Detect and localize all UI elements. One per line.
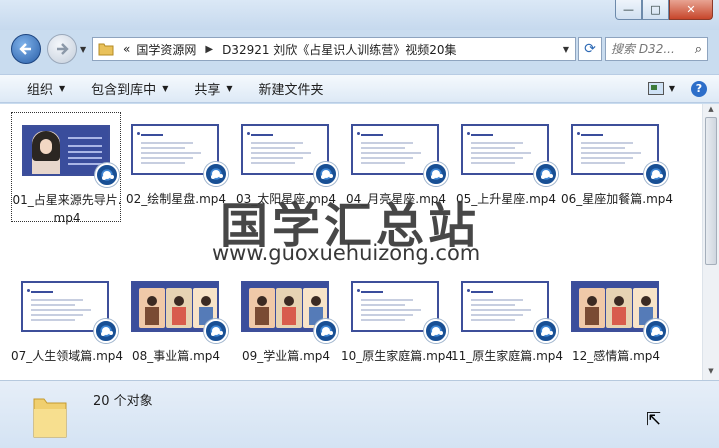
file-item[interactable]: 12_感情篇.mp4 [561, 269, 671, 369]
window-caption: — □ ✕ [0, 0, 719, 30]
scrollbar-thumb[interactable] [705, 117, 717, 265]
file-name: 07_人生领域篇.mp4 [11, 349, 124, 363]
file-item[interactable]: 02_绘制星盘.mp4 [121, 112, 231, 212]
file-name: 12_感情篇.mp4 [571, 349, 661, 363]
maximize-button[interactable]: □ [642, 0, 669, 20]
chevron-down-icon: ▼ [162, 84, 169, 93]
scroll-up-icon[interactable]: ▲ [703, 105, 719, 117]
folder-icon [98, 43, 114, 56]
media-player-icon [94, 319, 118, 343]
media-player-icon [314, 319, 338, 343]
media-player-icon [534, 162, 558, 186]
refresh-button[interactable]: ⟳ [578, 37, 602, 61]
search-icon[interactable]: ⌕ [695, 42, 702, 57]
file-item[interactable]: 07_人生领域篇.mp4 [11, 269, 124, 369]
presenter-portrait [32, 131, 60, 174]
forward-arrow-icon [57, 43, 69, 55]
file-name: 08_事业篇.mp4 [131, 349, 221, 363]
recent-pages-dropdown[interactable]: ▼ [80, 45, 86, 54]
new-folder-label: 新建文件夹 [258, 83, 324, 98]
media-player-icon [204, 162, 228, 186]
media-player-icon [644, 162, 668, 186]
file-name: 09_学业篇.mp4 [241, 349, 331, 363]
refresh-icon: ⟳ [584, 41, 596, 57]
file-name: 11_原生家庭篇.mp4 [451, 349, 564, 363]
window-controls: — □ ✕ [615, 0, 713, 20]
file-name: 10_原生家庭篇.mp4 [341, 349, 454, 363]
search-input[interactable] [611, 42, 683, 56]
file-item[interactable]: 11_原生家庭篇.mp4 [451, 269, 564, 369]
view-options-icon[interactable] [647, 82, 664, 95]
folder-large-icon [33, 398, 67, 438]
media-player-icon [424, 319, 448, 343]
help-icon[interactable]: ? [691, 80, 707, 97]
organize-menu[interactable]: 组织 ▼ [0, 75, 78, 102]
vertical-scrollbar[interactable]: ▲ ▼ [702, 104, 719, 380]
search-box[interactable]: ⌕ [605, 37, 708, 61]
share-menu[interactable]: 共享 ▼ [181, 75, 245, 102]
include-library-label: 包含到库中 [91, 83, 157, 98]
media-player-icon [95, 163, 119, 187]
command-bar: 组织 ▼ 包含到库中 ▼ 共享 ▼ 新建文件夹 ▼ ? [0, 74, 719, 103]
chevron-down-icon: ▼ [226, 84, 233, 93]
file-item[interactable]: 10_原生家庭篇.mp4 [341, 269, 454, 369]
back-button[interactable] [11, 34, 41, 64]
include-in-library-menu[interactable]: 包含到库中 ▼ [78, 75, 181, 102]
mouse-cursor-icon: ⇱ [646, 409, 662, 430]
close-button[interactable]: ✕ [669, 0, 713, 20]
file-name: 06_星座加餐篇.mp4 [561, 192, 674, 206]
address-dropdown-icon[interactable]: ▼ [557, 45, 575, 54]
watermark-url: www.guoxuehuizong.com [212, 241, 481, 265]
breadcrumb-separator-icon[interactable]: ▶ [199, 44, 219, 55]
share-label: 共享 [194, 83, 221, 98]
organize-label: 组织 [27, 83, 54, 98]
media-player-icon [424, 162, 448, 186]
file-item[interactable]: 01_占星来源先导片.mp4 [11, 112, 122, 225]
forward-button[interactable] [47, 34, 77, 64]
media-player-icon [534, 319, 558, 343]
file-name: 02_绘制星盘.mp4 [125, 192, 227, 206]
file-item[interactable]: 06_星座加餐篇.mp4 [561, 112, 674, 212]
navigation-bar: ▼ « 国学资源网 ▶ D32921 刘欣《占星识人训练营》视频20集 ▼ ⟳ … [0, 30, 719, 70]
view-dropdown-icon[interactable]: ▼ [669, 84, 675, 93]
media-player-icon [204, 319, 228, 343]
address-bar[interactable]: « 国学资源网 ▶ D32921 刘欣《占星识人训练营》视频20集 ▼ [92, 37, 576, 61]
back-arrow-icon [19, 43, 31, 55]
media-player-icon [314, 162, 338, 186]
file-item[interactable]: 09_学业篇.mp4 [231, 269, 341, 369]
media-player-icon [644, 319, 668, 343]
file-item[interactable]: 08_事业篇.mp4 [121, 269, 231, 369]
file-name: 01_占星来源先导片.mp4 [12, 193, 122, 225]
minimize-button[interactable]: — [615, 0, 642, 20]
toolbar-right: ▼ ? [647, 75, 719, 102]
new-folder-button[interactable]: 新建文件夹 [246, 75, 337, 102]
item-count: 20 个对象 [93, 394, 153, 409]
details-pane: 20 个对象 [0, 380, 719, 448]
scroll-down-icon[interactable]: ▼ [703, 367, 719, 379]
address-prefix[interactable]: « [120, 42, 133, 56]
breadcrumb-root[interactable]: 国学资源网 [133, 41, 199, 58]
chevron-down-icon: ▼ [59, 84, 66, 93]
breadcrumb-current[interactable]: D32921 刘欣《占星识人训练营》视频20集 [219, 41, 460, 58]
